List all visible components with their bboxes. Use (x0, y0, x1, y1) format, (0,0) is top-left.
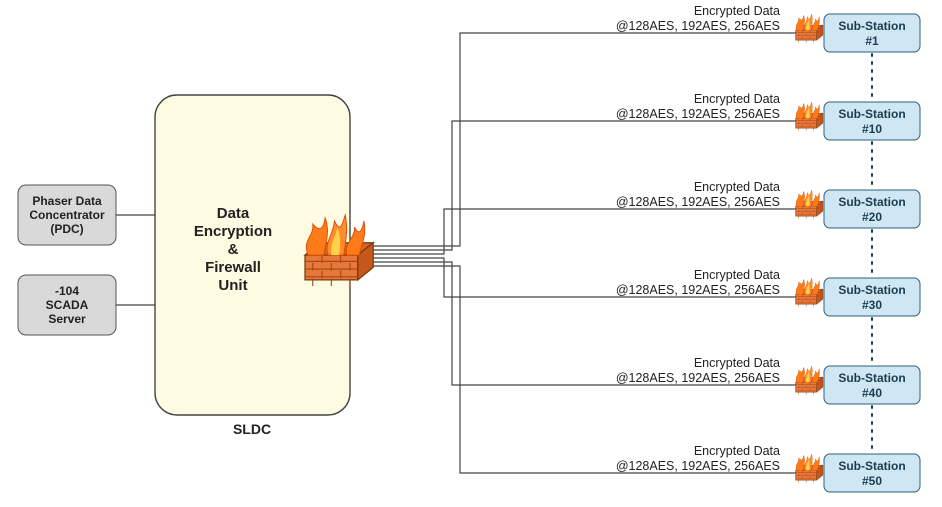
firewall-icon-sub-3 (796, 278, 823, 307)
substation-3-l1: Sub-Station (838, 283, 905, 297)
edge-label-5-l2: @128AES, 192AES, 256AES (616, 459, 780, 473)
center-l1: Data (217, 205, 250, 222)
firewall-icon-sub-4 (796, 366, 823, 395)
center-l2: Encryption (194, 223, 272, 240)
edge-label-4-l2: @128AES, 192AES, 256AES (616, 371, 780, 385)
firewall-icon-sub-1 (796, 102, 823, 131)
substation-box-3: Sub-Station#30 (824, 278, 920, 316)
center-l4: Firewall (205, 259, 261, 276)
pdc-box: Phaser Data Concentrator (PDC) (18, 185, 116, 245)
substation-5-l1: Sub-Station (838, 459, 905, 473)
scada-line3: Server (48, 312, 86, 326)
center-l3: & (228, 241, 239, 258)
substation-box-5: Sub-Station#50 (824, 454, 920, 492)
edge-label-3-l1: Encrypted Data (694, 268, 780, 282)
connector-sub-2 (368, 209, 808, 254)
firewall-icon-sub-5 (796, 454, 823, 483)
substation-box-2: Sub-Station#20 (824, 190, 920, 228)
scada-line2: SCADA (46, 298, 89, 312)
pdc-line2: Concentrator (29, 208, 105, 222)
substation-box-1: Sub-Station#10 (824, 102, 920, 140)
substation-0-l1: Sub-Station (838, 19, 905, 33)
substation-4-l1: Sub-Station (838, 371, 905, 385)
branches: Encrypted Data@128AES, 192AES, 256AESSub… (368, 4, 920, 492)
edge-label-0-l1: Encrypted Data (694, 4, 780, 18)
substation-1-l2: #10 (862, 122, 882, 136)
edge-label-0-l2: @128AES, 192AES, 256AES (616, 19, 780, 33)
edge-label-1-l1: Encrypted Data (694, 92, 780, 106)
edge-label-5-l1: Encrypted Data (694, 444, 780, 458)
edge-label-2-l2: @128AES, 192AES, 256AES (616, 195, 780, 209)
firewall-icon-sub-0 (796, 14, 823, 43)
firewall-icon-sub-2 (796, 190, 823, 219)
substation-0-l2: #1 (865, 34, 879, 48)
substation-2-l2: #20 (862, 210, 882, 224)
substation-5-l2: #50 (862, 474, 882, 488)
pdc-line3: (PDC) (50, 222, 83, 236)
edge-label-3-l2: @128AES, 192AES, 256AES (616, 283, 780, 297)
edge-label-2-l1: Encrypted Data (694, 180, 780, 194)
pdc-line1: Phaser Data (32, 194, 102, 208)
substation-2-l1: Sub-Station (838, 195, 905, 209)
connector-sub-0 (368, 33, 808, 246)
substation-1-l1: Sub-Station (838, 107, 905, 121)
scada-box: -104 SCADA Server (18, 275, 116, 335)
center-l5: Unit (218, 277, 247, 294)
substation-4-l2: #40 (862, 386, 882, 400)
substation-box-0: Sub-Station#1 (824, 14, 920, 52)
scada-line1: -104 (55, 284, 79, 298)
edge-label-1-l2: @128AES, 192AES, 256AES (616, 107, 780, 121)
architecture-diagram: Phaser Data Concentrator (PDC) -104 SCAD… (0, 0, 942, 507)
substation-3-l2: #30 (862, 298, 882, 312)
sldc-label: SLDC (233, 421, 271, 437)
edge-label-4-l1: Encrypted Data (694, 356, 780, 370)
substation-box-4: Sub-Station#40 (824, 366, 920, 404)
